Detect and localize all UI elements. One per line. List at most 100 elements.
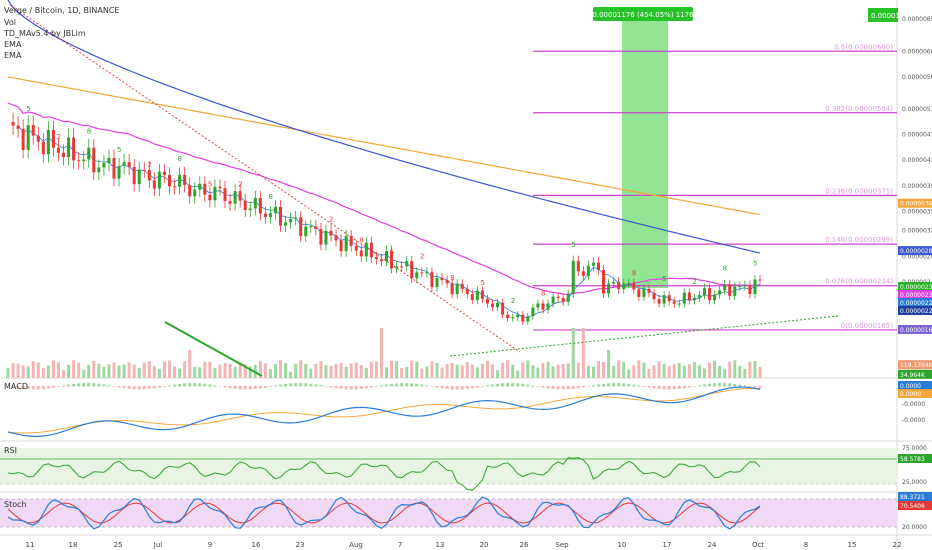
volume-bar bbox=[132, 364, 136, 378]
candle-body bbox=[289, 218, 293, 223]
time-tick-label: 8 bbox=[804, 541, 808, 549]
candle-body bbox=[405, 261, 409, 267]
candle-body bbox=[92, 147, 96, 173]
volume-bar bbox=[728, 361, 732, 378]
td-number: 5 bbox=[753, 259, 757, 267]
candle-body bbox=[132, 166, 136, 185]
macd-histogram-bar bbox=[390, 383, 394, 387]
td-number: 2 bbox=[329, 215, 333, 223]
candle-body bbox=[748, 285, 752, 295]
macd-histogram-bar bbox=[374, 386, 378, 387]
volume-bar bbox=[56, 362, 60, 378]
macd-histogram-bar bbox=[728, 383, 732, 387]
price-tick-label: 0.00000430 bbox=[902, 157, 932, 164]
time-tick-label: 13 bbox=[436, 541, 445, 549]
volume-bar bbox=[652, 365, 656, 378]
candle-body bbox=[344, 235, 348, 252]
volume-bar bbox=[319, 361, 323, 378]
macd-histogram-bar bbox=[253, 386, 257, 390]
price-tag-text: 0.00000288 bbox=[900, 248, 932, 255]
macd-histogram-bar bbox=[591, 385, 595, 387]
volume-bar bbox=[687, 364, 691, 378]
volume-bar bbox=[571, 328, 575, 378]
price-tick-label: 0.00000350 bbox=[902, 208, 932, 215]
volume-bar bbox=[87, 364, 91, 378]
candle-body bbox=[127, 162, 131, 167]
macd-tag-text: 0.0000 bbox=[900, 391, 921, 398]
candle-body bbox=[627, 283, 631, 285]
volume-bar bbox=[526, 360, 530, 378]
candle-body bbox=[723, 284, 727, 291]
candle-body bbox=[167, 174, 172, 187]
td-number: 5 bbox=[117, 146, 121, 154]
macd-histogram-bar bbox=[485, 385, 489, 387]
macd-histogram-bar bbox=[218, 386, 222, 387]
macd-histogram-bar bbox=[233, 386, 237, 389]
time-tick-label: 15 bbox=[848, 541, 857, 549]
measure-box bbox=[622, 20, 668, 288]
td-number: 8 bbox=[359, 236, 363, 244]
macd-histogram-bar bbox=[536, 386, 540, 387]
candle-body bbox=[31, 125, 35, 136]
volume-bar bbox=[677, 363, 681, 378]
macd-histogram-bar bbox=[142, 386, 146, 390]
macd-histogram-bar bbox=[450, 386, 454, 390]
volume-bar bbox=[612, 365, 616, 378]
candle-body bbox=[374, 257, 378, 260]
macd-histogram-bar bbox=[127, 386, 131, 389]
candle-body bbox=[531, 307, 535, 317]
volume-bar bbox=[374, 361, 378, 378]
macd-histogram-bar bbox=[162, 386, 166, 387]
candle-body bbox=[400, 266, 404, 268]
volume-bar bbox=[41, 368, 45, 378]
macd-histogram-bar bbox=[501, 383, 505, 387]
indicator-vol: Vol bbox=[4, 18, 16, 27]
time-tick-label: Aug bbox=[349, 541, 363, 549]
volume-bar bbox=[97, 363, 101, 378]
macd-histogram-bar bbox=[354, 386, 358, 390]
macd-histogram-bar bbox=[516, 383, 520, 387]
td-number: 5 bbox=[571, 241, 575, 249]
time-tick-label: Oct bbox=[752, 541, 764, 549]
candle-body bbox=[41, 141, 45, 155]
price-tag-text: 0.00000232 bbox=[900, 292, 932, 299]
candle-body bbox=[687, 292, 691, 301]
macd-histogram-bar bbox=[480, 386, 484, 387]
price-tag-text: 119.1394K bbox=[900, 362, 932, 369]
candle-body bbox=[314, 226, 318, 230]
volume-bar bbox=[213, 367, 217, 378]
candle-body bbox=[188, 184, 192, 197]
macd-histogram-bar bbox=[662, 386, 666, 390]
volume-bar bbox=[152, 366, 156, 378]
volume-bar bbox=[470, 364, 474, 378]
td-number: 2 bbox=[56, 133, 60, 141]
macd-histogram-bar bbox=[309, 383, 313, 387]
volume-bar bbox=[162, 361, 166, 378]
candle-body bbox=[480, 290, 484, 299]
volume-bar bbox=[178, 368, 182, 378]
volume-bar bbox=[339, 362, 343, 378]
candle-body bbox=[702, 288, 706, 296]
macd-histogram-bar bbox=[379, 385, 383, 387]
candle-body bbox=[556, 296, 560, 298]
candle-body bbox=[122, 162, 126, 167]
macd-histogram-bar bbox=[167, 385, 172, 387]
candle-body bbox=[758, 279, 762, 281]
macd-histogram-bar bbox=[612, 383, 616, 387]
volume-bar bbox=[218, 364, 222, 378]
macd-histogram-bar bbox=[561, 386, 565, 390]
volume-bar bbox=[173, 366, 177, 378]
candle-body bbox=[652, 292, 656, 300]
macd-axis-label: -0.0000 bbox=[902, 417, 925, 424]
macd-histogram-bar bbox=[284, 383, 288, 387]
time-tick-label: 17 bbox=[663, 541, 672, 549]
macd-histogram-bar bbox=[258, 386, 262, 389]
rsi-label: RSI bbox=[4, 446, 17, 455]
volume-bar bbox=[425, 366, 429, 378]
volume-bar bbox=[713, 360, 717, 378]
volume-bar bbox=[536, 367, 540, 378]
volume-bar bbox=[137, 367, 141, 378]
volume-bar bbox=[400, 367, 404, 378]
macd-histogram-bar bbox=[440, 386, 444, 389]
volume-bar bbox=[743, 368, 747, 378]
